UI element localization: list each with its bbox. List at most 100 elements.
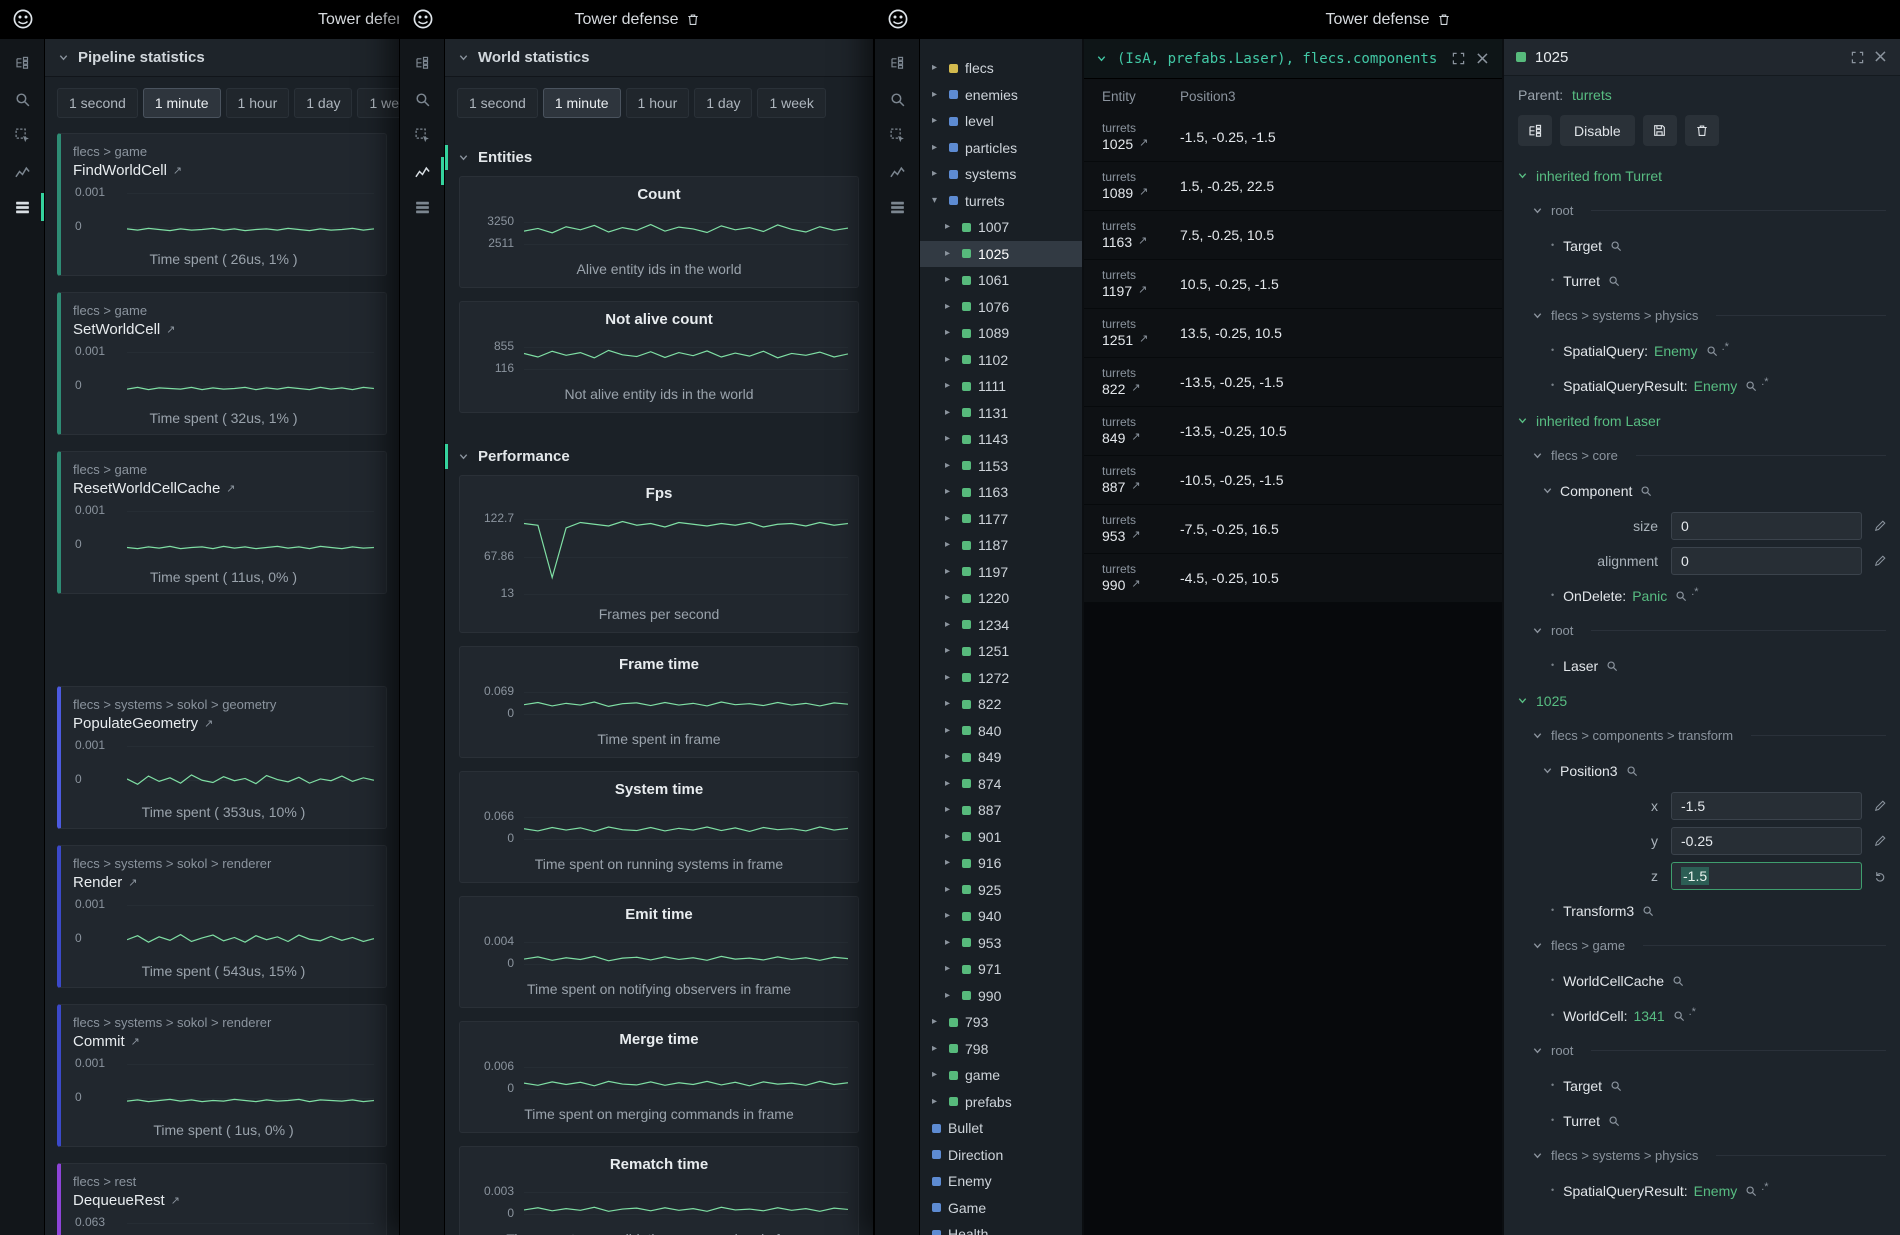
tree-item-1251[interactable]: ▸1251 (920, 638, 1082, 665)
tree-item-1102[interactable]: ▸1102 (920, 347, 1082, 374)
magnifier-icon[interactable] (1606, 660, 1618, 672)
open-link-icon[interactable]: ↗ (204, 717, 213, 730)
tree-item-Health[interactable]: Health (920, 1221, 1082, 1235)
search-icon[interactable] (886, 88, 908, 110)
inspector-section-inherited-from-turret[interactable]: inherited from Turret (1504, 158, 1900, 193)
chevron-right-icon[interactable]: ▸ (945, 832, 955, 842)
open-link-icon[interactable]: ↗ (171, 1194, 180, 1207)
open-link-icon[interactable]: ↗ (173, 164, 182, 177)
chevron-right-icon[interactable]: ▸ (945, 885, 955, 895)
tree-item-916[interactable]: ▸916 (920, 850, 1082, 877)
edit-icon[interactable] (1874, 520, 1886, 532)
query-result-row[interactable]: turrets887↗-10.5, -0.25, -1.5 (1084, 456, 1502, 505)
chevron-right-icon[interactable]: ▸ (945, 805, 955, 815)
tree-item-systems[interactable]: ▸systems (920, 161, 1082, 188)
tree-item-1007[interactable]: ▸1007 (920, 214, 1082, 241)
open-link-icon[interactable]: ↗ (1139, 186, 1148, 199)
chevron-right-icon[interactable]: ▸ (932, 143, 942, 153)
tree-item-990[interactable]: ▸990 (920, 983, 1082, 1010)
table-view-icon[interactable] (411, 196, 433, 218)
open-link-icon[interactable]: ↗ (131, 1035, 140, 1048)
tree-item-1025[interactable]: ▸1025 (920, 241, 1082, 268)
chevron-right-icon[interactable]: ▸ (945, 381, 955, 391)
edit-icon[interactable] (1874, 835, 1886, 847)
field-x-input[interactable] (1671, 792, 1862, 820)
query-result-row[interactable]: turrets1163↗7.5, -0.25, 10.5 (1084, 211, 1502, 260)
module-path-header[interactable]: flecs > systems > physics (1504, 1138, 1900, 1173)
edit-icon[interactable] (1874, 555, 1886, 567)
tree-view-icon[interactable] (11, 52, 33, 74)
magnifier-icon[interactable] (1640, 485, 1652, 497)
field-size-input[interactable] (1671, 512, 1862, 540)
inspector-section-inherited-from-laser[interactable]: inherited from Laser (1504, 403, 1900, 438)
query-input[interactable]: (IsA, prefabs.Laser), flecs.components (1117, 51, 1442, 67)
chevron-right-icon[interactable]: ▸ (945, 779, 955, 789)
disable-button[interactable]: Disable (1560, 115, 1635, 146)
open-link-icon[interactable]: ↗ (128, 876, 137, 889)
parent-link[interactable]: turrets (1572, 87, 1612, 103)
tree-item-1143[interactable]: ▸1143 (920, 426, 1082, 453)
chevron-down-icon[interactable]: ▾ (932, 196, 942, 206)
module-path-header[interactable]: flecs > systems > physics (1504, 298, 1900, 333)
time-range-1-hour[interactable]: 1 hour (626, 88, 690, 118)
tree-item-1111[interactable]: ▸1111 (920, 373, 1082, 400)
query-result-row[interactable]: turrets990↗-4.5, -0.25, 10.5 (1084, 554, 1502, 603)
chevron-right-icon[interactable]: ▸ (945, 620, 955, 630)
chevron-right-icon[interactable]: ▸ (945, 726, 955, 736)
tree-item-1177[interactable]: ▸1177 (920, 506, 1082, 533)
chevron-right-icon[interactable]: ▸ (945, 408, 955, 418)
magnifier-icon[interactable] (1610, 240, 1622, 252)
module-path-header[interactable]: root (1504, 193, 1900, 228)
query-result-row[interactable]: turrets849↗-13.5, -0.25, 10.5 (1084, 407, 1502, 456)
tree-item-particles[interactable]: ▸particles (920, 135, 1082, 162)
field-z-input[interactable]: -1.5 (1671, 862, 1862, 890)
chevron-right-icon[interactable]: ▸ (945, 461, 955, 471)
open-link-icon[interactable]: ↗ (1138, 284, 1147, 297)
tree-item-1131[interactable]: ▸1131 (920, 400, 1082, 427)
module-path-header[interactable]: flecs > game (1504, 928, 1900, 963)
component-value-link[interactable]: Panic (1632, 588, 1667, 604)
magnifier-icon[interactable] (1745, 1185, 1757, 1197)
revert-icon[interactable] (1874, 870, 1886, 882)
tree-item-Game[interactable]: Game (920, 1195, 1082, 1222)
tree-item-game[interactable]: ▸game (920, 1062, 1082, 1089)
magnifier-icon[interactable] (1608, 1115, 1620, 1127)
trash-icon[interactable] (1438, 13, 1450, 26)
chevron-down-icon[interactable] (1542, 765, 1553, 776)
world-panel-header[interactable]: World statistics (445, 39, 873, 77)
chevron-right-icon[interactable]: ▸ (945, 964, 955, 974)
tree-item-901[interactable]: ▸901 (920, 824, 1082, 851)
tree-item-turrets[interactable]: ▾turrets (920, 188, 1082, 215)
open-link-icon[interactable]: ↗ (1139, 137, 1148, 150)
chevron-right-icon[interactable]: ▸ (945, 434, 955, 444)
tree-item-1076[interactable]: ▸1076 (920, 294, 1082, 321)
inspector-section-1025[interactable]: 1025 (1504, 683, 1900, 718)
chevron-right-icon[interactable]: ▸ (945, 328, 955, 338)
open-link-icon[interactable]: ↗ (1131, 480, 1140, 493)
tree-item-level[interactable]: ▸level (920, 108, 1082, 135)
tree-item-1234[interactable]: ▸1234 (920, 612, 1082, 639)
time-range-1-minute[interactable]: 1 minute (143, 88, 221, 118)
tree-item-887[interactable]: ▸887 (920, 797, 1082, 824)
chevron-right-icon[interactable]: ▸ (945, 275, 955, 285)
tree-item-1220[interactable]: ▸1220 (920, 585, 1082, 612)
chevron-right-icon[interactable]: ▸ (932, 1044, 942, 1054)
tree-item-925[interactable]: ▸925 (920, 877, 1082, 904)
chevron-right-icon[interactable]: ▸ (945, 673, 955, 683)
time-range-1-week[interactable]: 1 week (757, 88, 825, 118)
time-range-1-day[interactable]: 1 day (294, 88, 352, 118)
chevron-right-icon[interactable]: ▸ (945, 249, 955, 259)
section-header-entities[interactable]: Entities (445, 137, 873, 176)
chevron-right-icon[interactable]: ▸ (945, 911, 955, 921)
tree-item-798[interactable]: ▸798 (920, 1036, 1082, 1063)
chevron-right-icon[interactable]: ▸ (945, 991, 955, 1001)
tree-item-822[interactable]: ▸822 (920, 691, 1082, 718)
component-value-link[interactable]: Enemy (1694, 1183, 1738, 1199)
chevron-right-icon[interactable]: ▸ (932, 116, 942, 126)
chevron-right-icon[interactable]: ▸ (945, 540, 955, 550)
chevron-right-icon[interactable]: ▸ (945, 858, 955, 868)
query-result-row[interactable]: turrets1025↗-1.5, -0.25, -1.5 (1084, 113, 1502, 162)
tree-view-icon[interactable] (411, 52, 433, 74)
module-path-header[interactable]: root (1504, 1033, 1900, 1068)
pipeline-panel-header[interactable]: Pipeline statistics (45, 39, 399, 77)
